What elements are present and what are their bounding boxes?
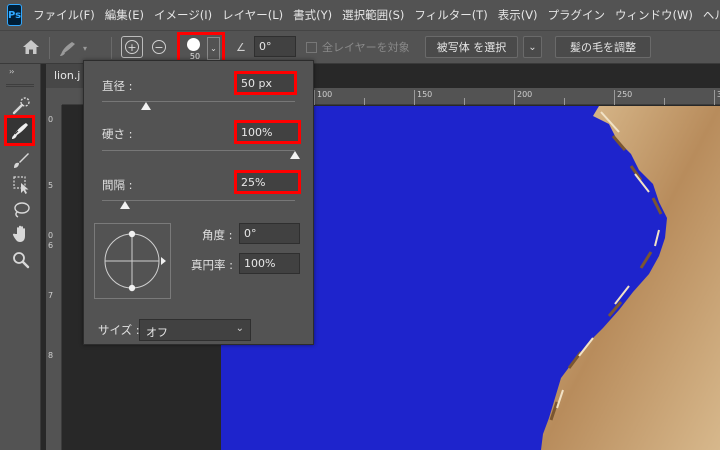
minus-circle-icon: − — [152, 40, 166, 54]
ruler-tick — [464, 98, 467, 105]
object-selection-icon — [12, 176, 28, 194]
roundness-input[interactable]: 100% — [239, 253, 300, 274]
ruler-tick-label: 5 — [48, 181, 54, 190]
tools-panel: ›› — [0, 64, 41, 450]
ruler-tick-label: 0 — [48, 231, 54, 240]
menu-bar: Ps ファイル(F) 編集(E) イメージ(I) レイヤー(L) 書式(Y) 選… — [0, 0, 720, 30]
ruler-tick — [364, 98, 367, 105]
brush-angle-preview[interactable] — [94, 223, 171, 299]
hardness-slider[interactable] — [102, 150, 295, 151]
ruler-tick-label: 250 — [614, 90, 632, 105]
ruler-tick — [664, 98, 667, 105]
spacing-label: 間隔 : — [102, 178, 133, 192]
diameter-slider-thumb[interactable] — [141, 102, 152, 110]
ruler-tick-label: 0 — [48, 115, 54, 124]
refine-edge-brush-icon — [11, 122, 28, 139]
lasso-tool[interactable] — [7, 198, 34, 222]
photoshop-logo-icon[interactable]: Ps — [7, 4, 23, 26]
refine-edge-brush-icon — [60, 42, 75, 56]
angle-input[interactable]: 0° — [239, 223, 300, 244]
angle-input[interactable]: 0° — [254, 36, 296, 57]
ruler-tick-label: 7 — [48, 291, 54, 300]
menu-select[interactable]: 選択範囲(S) — [337, 7, 409, 23]
sample-all-layers-label: 全レイヤーを対象 — [322, 41, 410, 54]
ruler-tick-label: 200 — [514, 90, 532, 105]
ruler-tick — [564, 98, 567, 105]
subtract-from-selection-button[interactable]: − — [148, 36, 170, 58]
chevron-down-icon: ▾ — [83, 43, 88, 53]
menu-edit[interactable]: 編集(E) — [100, 7, 149, 23]
size-control-select[interactable]: オフ ⌄ — [139, 319, 251, 341]
menu-image[interactable]: イメージ(I) — [149, 7, 217, 23]
document-tab[interactable]: lion.j — [46, 64, 88, 88]
menu-help[interactable]: ヘルプ(H) — [698, 7, 720, 23]
ruler-tick-label: 300 — [714, 90, 720, 105]
chevron-down-icon: ⌄ — [235, 323, 244, 334]
hardness-slider-thumb[interactable] — [290, 151, 300, 159]
ruler-tick-label: 6 — [48, 241, 54, 250]
zoom-icon — [12, 252, 29, 269]
menu-view[interactable]: 表示(V) — [493, 7, 543, 23]
ruler-tick-label: 100 — [314, 90, 332, 105]
ruler-tick-label: 8 — [48, 351, 54, 360]
divider — [49, 37, 50, 59]
brush-settings-popup: 直径 : 50 px 硬さ : 100% 間隔 : 25% 角度 : 0° 真円… — [83, 60, 314, 345]
angle-label: 角度 : — [202, 228, 233, 242]
spacing-slider-thumb[interactable] — [120, 201, 131, 209]
object-selection-tool[interactable] — [7, 172, 34, 196]
panel-grip[interactable] — [6, 84, 34, 87]
brush-tool[interactable] — [7, 148, 34, 172]
brush-tip-icon — [187, 38, 200, 51]
menu-plugins[interactable]: プラグイン — [543, 7, 611, 23]
lasso-icon — [13, 202, 30, 218]
options-bar: ▾ + − 50 ⌄ ∠ 0° 全レイヤーを対象 被写体 を選択 ⌄ 髪の毛を調… — [0, 30, 720, 65]
menu-file[interactable]: ファイル(F) — [28, 7, 100, 23]
menu-layer[interactable]: レイヤー(L) — [217, 7, 288, 23]
tool-preset-picker[interactable]: ▾ — [58, 37, 94, 59]
refine-hair-button[interactable]: 髪の毛を調整 — [555, 36, 651, 58]
add-to-selection-button[interactable]: + — [121, 36, 143, 58]
spacing-slider[interactable] — [102, 200, 295, 201]
angle-icon: ∠ — [236, 41, 246, 54]
plus-circle-icon: + — [125, 40, 139, 54]
quick-selection-icon — [12, 97, 30, 115]
menu-type[interactable]: 書式(Y) — [288, 7, 337, 23]
menu-filter[interactable]: フィルター(T) — [409, 7, 492, 23]
ruler-tick-label: 150 — [414, 90, 432, 105]
spacing-input[interactable]: 25% — [234, 170, 301, 194]
vertical-ruler[interactable]: 0 5 0 6 7 8 — [46, 105, 62, 450]
size-control-label: サイズ : — [98, 323, 140, 337]
hardness-label: 硬さ : — [102, 127, 133, 141]
menu-window[interactable]: ウィンドウ(W) — [610, 7, 698, 23]
roundness-label: 真円率 : — [191, 258, 234, 272]
diameter-slider[interactable] — [102, 101, 295, 102]
collapse-panel-icon[interactable]: ›› — [9, 67, 15, 76]
zoom-tool[interactable] — [7, 248, 34, 272]
hand-icon — [12, 225, 25, 242]
diameter-label: 直径 : — [102, 79, 133, 93]
brush-shape-icon — [104, 230, 166, 292]
checkbox-icon — [306, 41, 317, 53]
size-control-value: オフ — [146, 326, 168, 339]
chevron-down-icon[interactable]: ⌄ — [523, 36, 542, 58]
divider — [111, 37, 112, 59]
diameter-input[interactable]: 50 px — [234, 71, 297, 95]
chevron-down-icon[interactable]: ⌄ — [207, 37, 220, 60]
home-icon[interactable] — [22, 39, 40, 55]
select-subject-button[interactable]: 被写体 を選択 — [425, 36, 518, 58]
hand-tool[interactable] — [7, 222, 34, 246]
sample-all-layers-checkbox[interactable]: 全レイヤーを対象 — [306, 39, 410, 55]
hardness-input[interactable]: 100% — [234, 120, 301, 144]
brush-icon — [13, 153, 29, 168]
ruler-corner — [46, 88, 62, 105]
refine-edge-brush-tool[interactable] — [4, 115, 35, 146]
